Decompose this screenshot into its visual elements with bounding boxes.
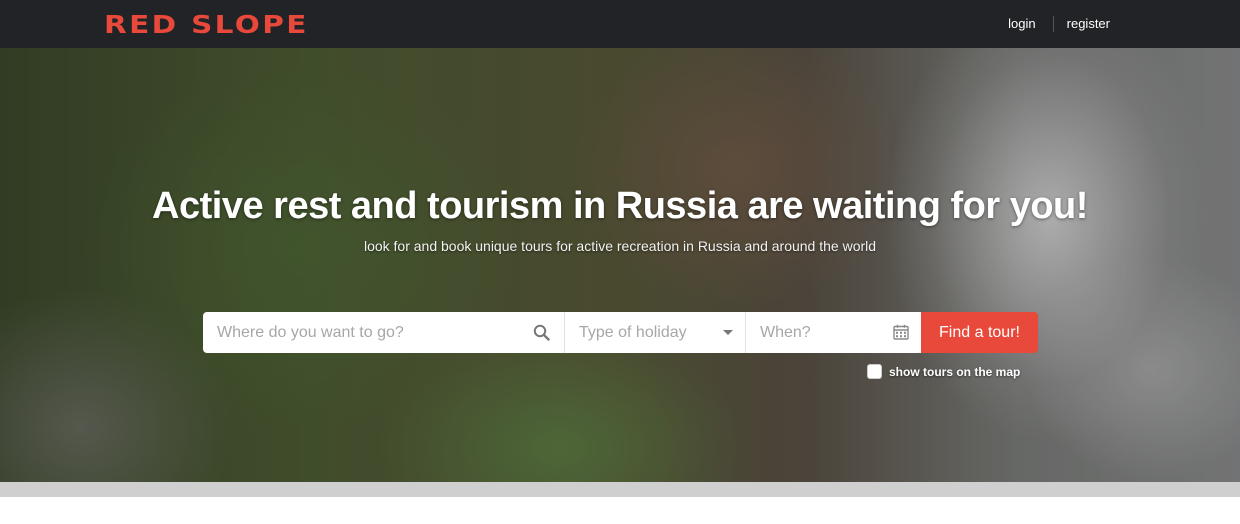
- calendar-icon[interactable]: [893, 324, 909, 340]
- date-input[interactable]: [746, 312, 886, 353]
- search-icon[interactable]: [533, 324, 550, 341]
- section-divider: [0, 482, 1240, 497]
- site-logo[interactable]: RED SLOPE: [104, 10, 309, 40]
- destination-field: [203, 312, 565, 353]
- destination-input[interactable]: [203, 312, 523, 353]
- tour-search-form: Type of holiday Find a tour!: [203, 312, 1038, 353]
- hero-headline: Active rest and tourism in Russia are wa…: [152, 185, 1088, 227]
- top-navbar: RED SLOPE login register: [0, 0, 1240, 48]
- date-field: [746, 312, 921, 353]
- hero-background-image: [0, 48, 1240, 482]
- login-link[interactable]: login: [1008, 15, 1035, 33]
- chevron-down-icon[interactable]: [723, 330, 733, 335]
- holiday-type-select[interactable]: Type of holiday: [565, 312, 746, 353]
- show-map-checkbox[interactable]: [867, 364, 882, 379]
- show-map-toggle[interactable]: show tours on the map: [867, 364, 1020, 379]
- nav-divider: [1052, 16, 1054, 32]
- find-tour-button[interactable]: Find a tour!: [921, 312, 1038, 353]
- header-nav: login register: [1008, 15, 1110, 33]
- show-map-label[interactable]: show tours on the map: [889, 365, 1020, 379]
- hero-subline: look for and book unique tours for activ…: [363, 238, 877, 254]
- holiday-type-placeholder: Type of holiday: [579, 323, 687, 341]
- register-link[interactable]: register: [1067, 15, 1110, 33]
